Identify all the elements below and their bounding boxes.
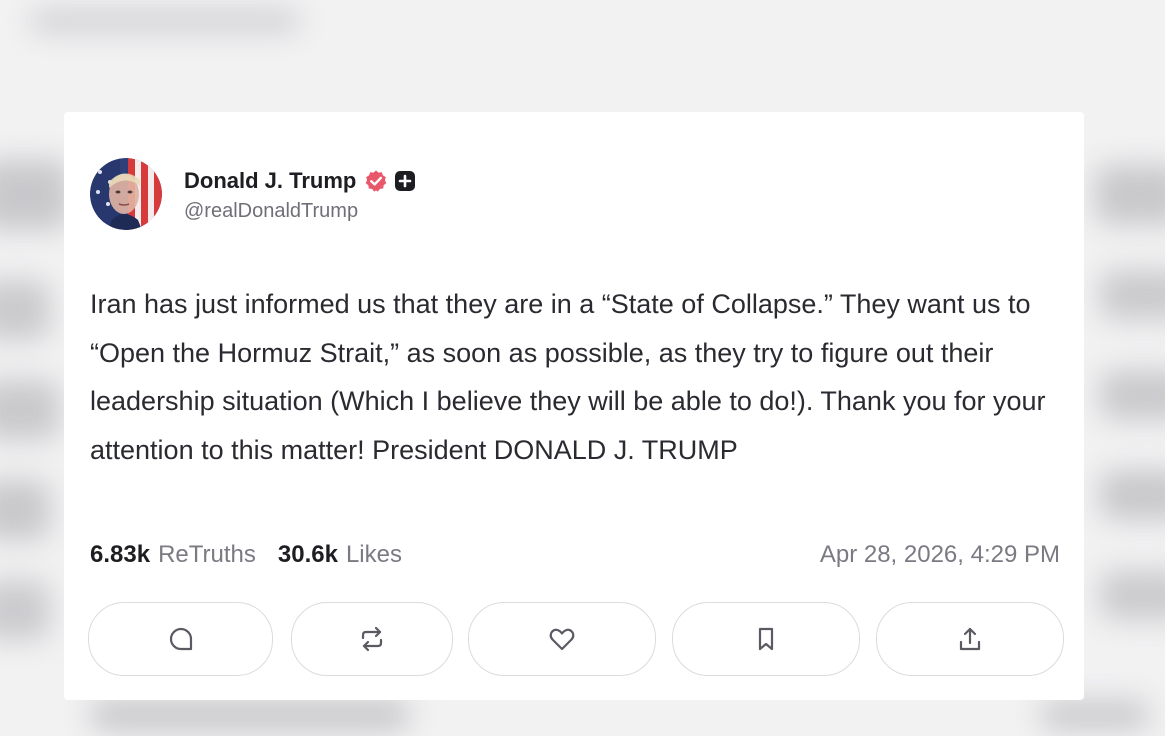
background-blur <box>90 700 410 730</box>
likes-label[interactable]: Likes <box>346 541 402 569</box>
likes-count[interactable]: 30.6k <box>278 541 338 569</box>
background-blur <box>0 380 60 440</box>
retruths-label[interactable]: ReTruths <box>158 541 256 569</box>
author-identity: Donald J. Trump @realDonaldTrump <box>184 166 416 223</box>
background-blur <box>0 160 70 230</box>
avatar-portrait <box>90 158 162 230</box>
name-row: Donald J. Trump <box>184 166 416 196</box>
post-timestamp[interactable]: Apr 28, 2026, 4:29 PM <box>820 541 1060 569</box>
heart-icon <box>549 628 575 651</box>
reply-button[interactable] <box>88 602 273 676</box>
background-blur <box>1100 470 1165 520</box>
post-stats: 6.83k ReTruths 30.6k Likes Apr 28, 2026,… <box>90 538 1060 572</box>
plus-badge-icon <box>395 170 416 191</box>
background-blur <box>30 10 300 32</box>
bookmark-button[interactable] <box>672 602 860 676</box>
repost-icon <box>361 626 383 652</box>
background-blur <box>1040 700 1150 730</box>
retruths-count[interactable]: 6.83k <box>90 541 150 569</box>
author-name[interactable]: Donald J. Trump <box>184 168 356 194</box>
background-blur <box>1100 570 1165 620</box>
post-header: Donald J. Trump @realDonaldTrump <box>90 158 416 230</box>
post-body-text: Iran has just informed us that they are … <box>90 289 1046 465</box>
background-blur <box>0 280 50 340</box>
background-blur <box>1100 270 1165 320</box>
action-bar <box>88 602 1064 676</box>
avatar[interactable] <box>90 158 162 230</box>
like-button[interactable] <box>468 602 656 676</box>
background-blur <box>1095 165 1165 225</box>
retruth-button[interactable] <box>291 602 453 676</box>
background-blur <box>1100 370 1165 420</box>
share-icon <box>959 627 981 651</box>
post-card: Donald J. Trump @realDonaldTrump Iran ha… <box>64 112 1084 700</box>
share-button[interactable] <box>876 602 1064 676</box>
bookmark-icon <box>758 627 774 651</box>
background-blur <box>0 580 50 640</box>
comment-icon <box>169 627 192 651</box>
verified-badge-icon <box>366 170 387 192</box>
author-handle[interactable]: @realDonaldTrump <box>184 200 416 223</box>
background-blur <box>0 480 50 540</box>
